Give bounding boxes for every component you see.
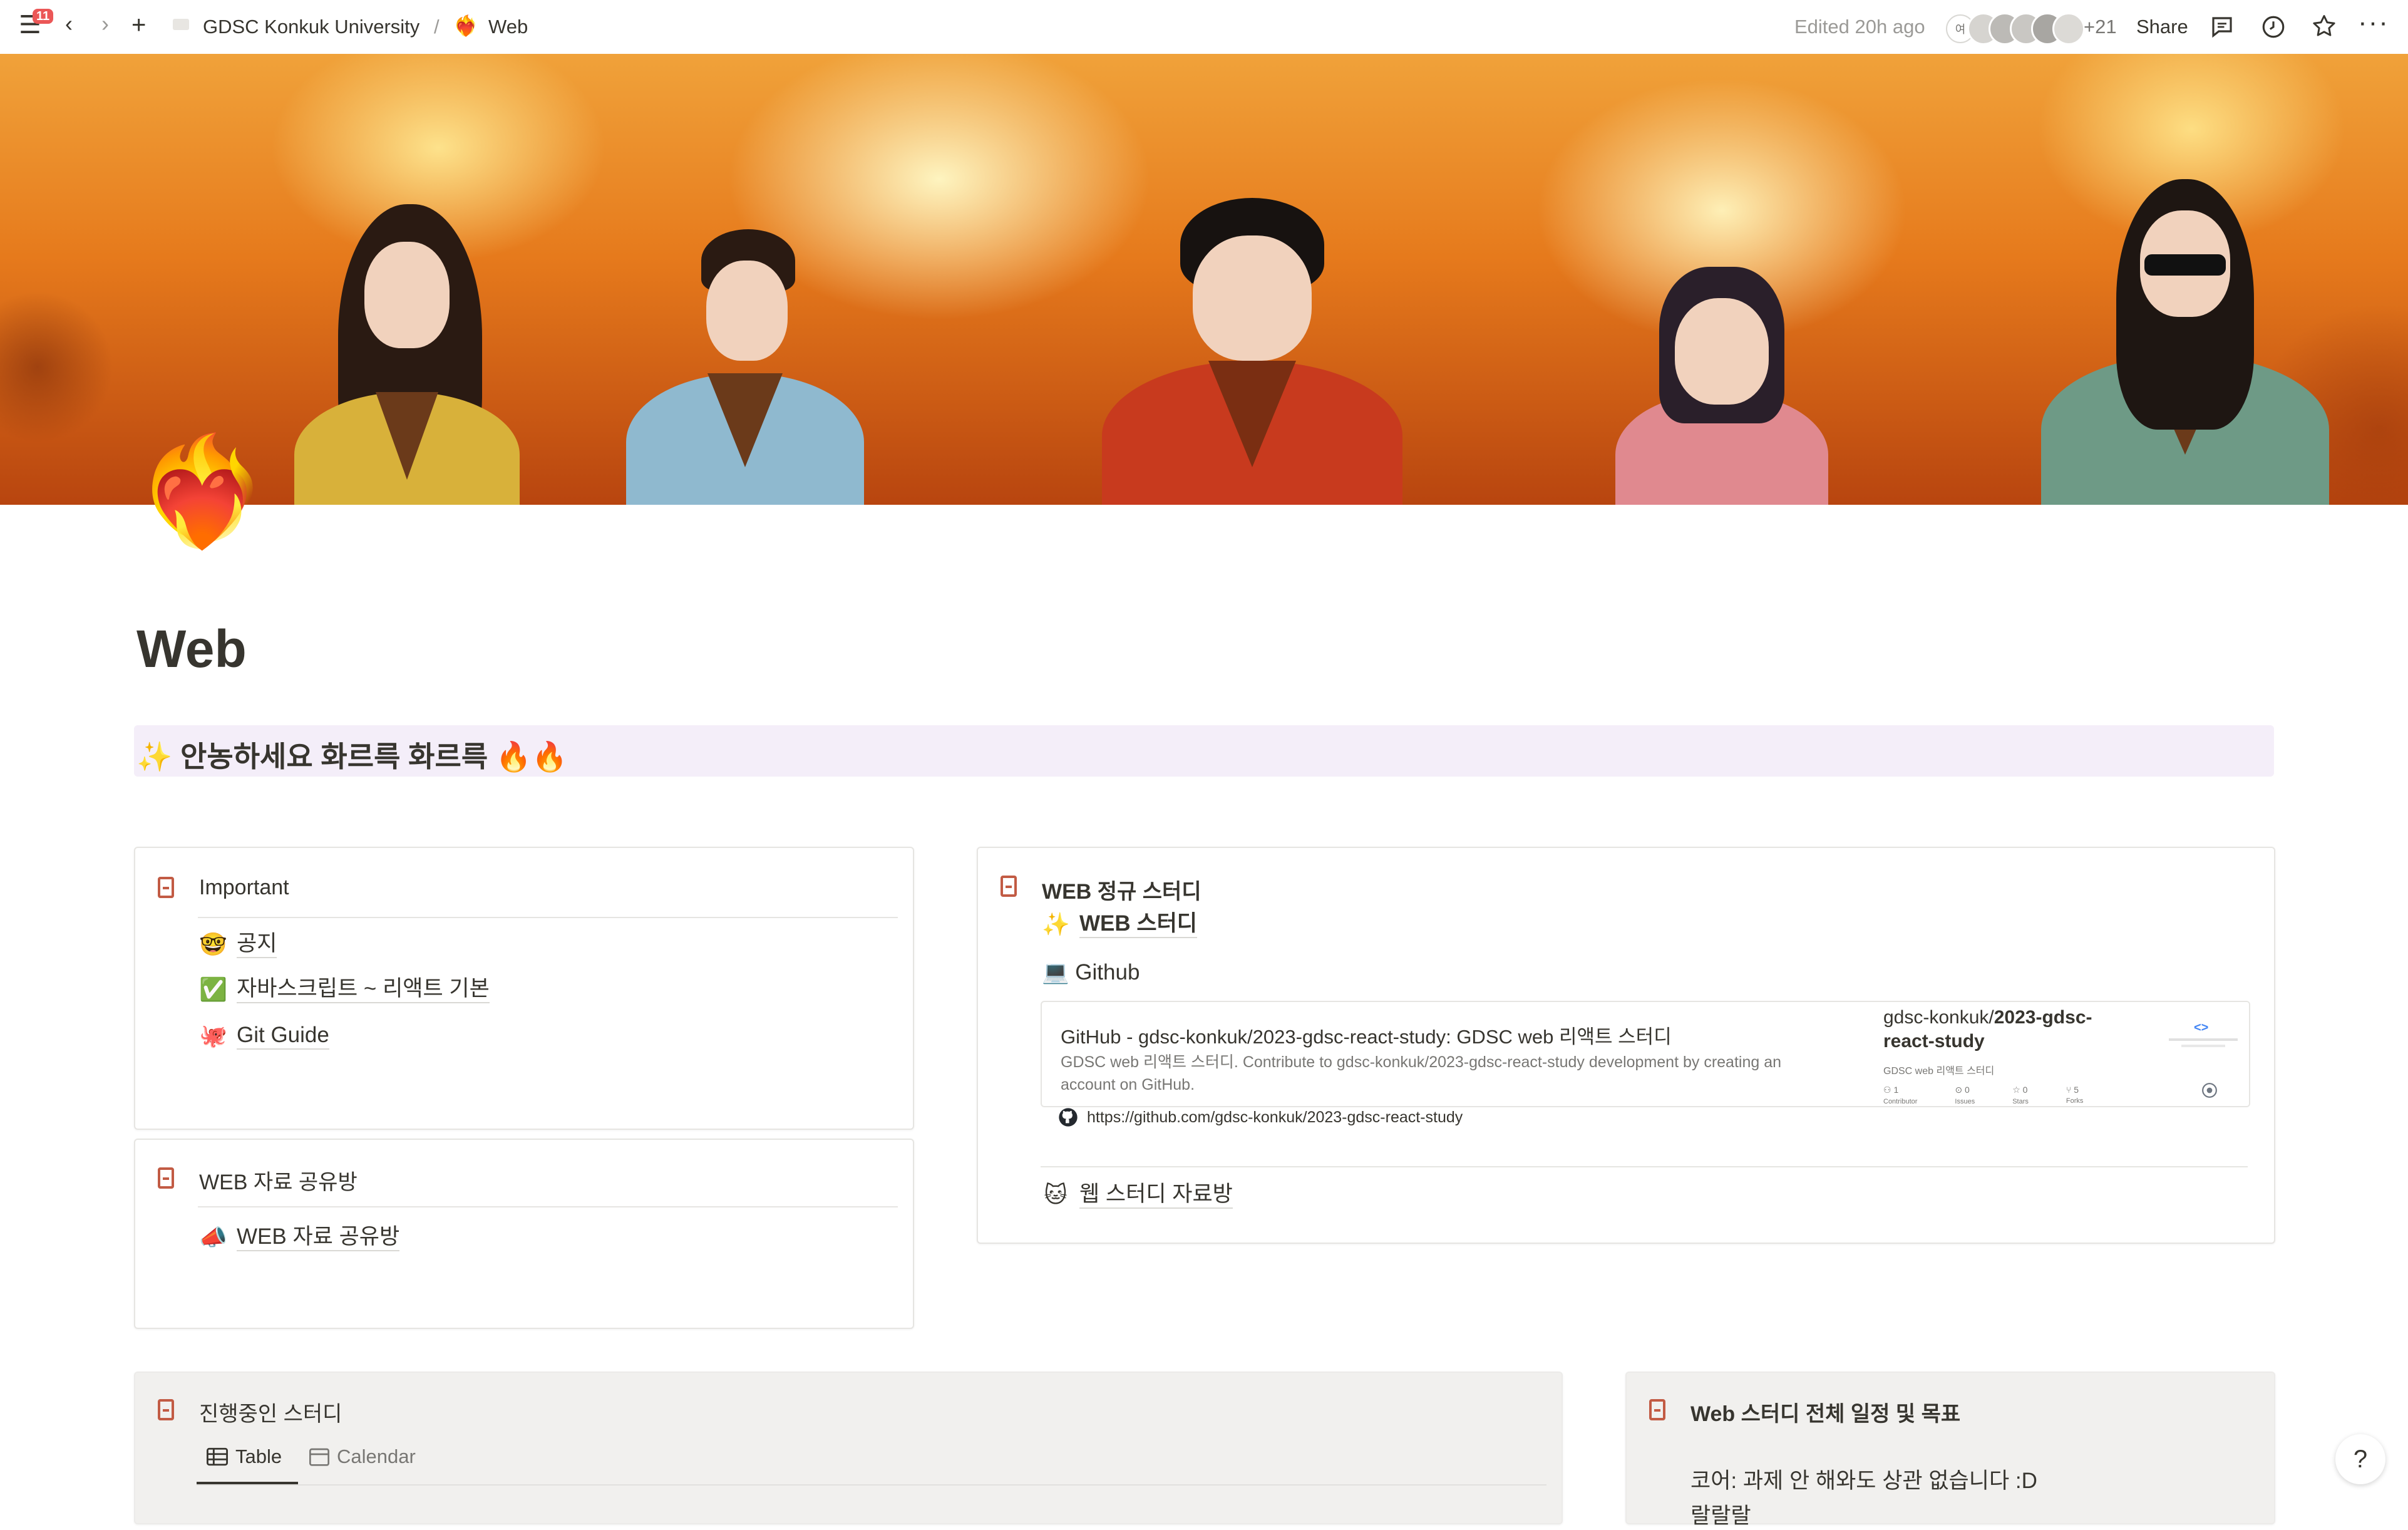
breadcrumb-page[interactable]: Web (488, 17, 528, 36)
bookmark-preview: gdsc-konkuk/2023-gdsc-react-study GDSC w… (1875, 1002, 2249, 1106)
schedule-card: Web 스터디 전체 일정 및 목표 코어: 과제 안 해와도 상관 없습니다 … (1625, 1372, 2275, 1528)
forks-stat: ⑂ 5 Forks (2066, 1085, 2084, 1105)
card-title[interactable]: Important (199, 876, 289, 900)
book-icon (158, 1399, 174, 1420)
collaborator-avatars[interactable]: 여 (1946, 13, 2085, 45)
page-link-web-study[interactable]: ✨ WEB 스터디 (1042, 911, 1197, 938)
megaphone-icon: 📣 (199, 1224, 227, 1250)
cat-icon: 🐱 (1044, 1182, 1068, 1207)
octopus-icon: 🐙 (199, 1023, 227, 1048)
sidebar-menu-button[interactable]: ☰ 11 (19, 9, 54, 38)
book-icon (1001, 876, 1017, 897)
callout-text: ✨ 안농하세요 화르륵 화르륵 🔥🔥 (136, 740, 568, 773)
issues-stat: ⊙ 0 Issues (1955, 1085, 1975, 1105)
page-cover-image[interactable] (0, 54, 2408, 505)
comments-icon[interactable] (2209, 14, 2235, 40)
book-icon (158, 1167, 174, 1189)
page-link-web-study-archive[interactable]: 🐱 웹 스터디 자료방 (1042, 1181, 1233, 1209)
regular-study-card: WEB 정규 스터디 ✨ WEB 스터디 💻 Github GitHub - g… (977, 847, 2275, 1244)
top-bar: ☰ 11 ‹ › + GDSC Konkuk University / ❤️‍🔥… (0, 0, 2408, 54)
help-button[interactable]: ? (2335, 1434, 2385, 1484)
stars-stat: ☆ 0 Stars (2012, 1085, 2029, 1105)
forward-arrow-icon[interactable]: › (101, 13, 109, 35)
book-icon (1649, 1399, 1665, 1420)
ongoing-study-card: 진행중인 스터디 Table Calendar (134, 1372, 1563, 1524)
divider (198, 1206, 898, 1207)
preview-description: GDSC web 리액트 스터디 (1883, 1066, 1995, 1077)
avatar (2052, 13, 2085, 45)
github-mark-icon (2202, 1083, 2217, 1098)
page-link-notice[interactable]: 🤓 공지 (199, 931, 277, 958)
more-options-icon[interactable]: ··· (2358, 9, 2389, 36)
cover-person-1 (294, 204, 520, 505)
nerd-face-icon: 🤓 (199, 931, 227, 957)
page-link-web-resources[interactable]: 📣 WEB 자료 공유방 (199, 1224, 400, 1251)
sparkles-icon: ✨ (1042, 911, 1070, 937)
table-icon (207, 1447, 228, 1466)
important-card: Important 🤓 공지 ✅ 자바스크립트 ~ 리액트 기본 🐙 Git G… (134, 847, 914, 1130)
card-title[interactable]: WEB 자료 공유방 (199, 1165, 358, 1196)
callout-block[interactable]: ✨ 안농하세요 화르륵 화르륵 🔥🔥 (134, 725, 2274, 777)
breadcrumb-page-icon: ❤️‍🔥 (453, 14, 478, 37)
card-title[interactable]: Web 스터디 전체 일정 및 목표 (1690, 1397, 1960, 1427)
page-title[interactable]: Web (136, 623, 247, 675)
page-link-git-guide[interactable]: 🐙 Git Guide (199, 1022, 329, 1050)
contributor-stat: ⚇ 1 Contributor (1883, 1085, 1918, 1105)
divider (198, 917, 898, 918)
tab-calendar[interactable]: Calendar (309, 1445, 416, 1468)
card-title[interactable]: 진행중인 스터디 (199, 1397, 342, 1427)
schedule-text-line-2[interactable]: 랄랄랄 (1690, 1498, 1751, 1530)
collaborators-more[interactable]: +21 (2084, 17, 2117, 36)
tab-table[interactable]: Table (207, 1445, 282, 1468)
page-icon[interactable]: ❤️‍🔥 (135, 438, 268, 545)
page-link-js-react[interactable]: ✅ 자바스크립트 ~ 리액트 기본 (199, 976, 490, 1003)
calendar-icon (309, 1448, 329, 1466)
breadcrumb-workspace[interactable]: GDSC Konkuk University (203, 17, 419, 36)
resources-card: WEB 자료 공유방 📣 WEB 자료 공유방 (134, 1139, 914, 1329)
cover-person-5 (2041, 179, 2329, 505)
divider (1041, 1166, 2248, 1167)
new-page-icon[interactable]: + (131, 13, 146, 38)
edited-timestamp: Edited 20h ago (1794, 16, 1925, 38)
history-icon[interactable] (2260, 14, 2287, 40)
share-button[interactable]: Share (2136, 17, 2188, 36)
bookmark-url-text: https://github.com/gdsc-konkuk/2023-gdsc… (1087, 1108, 1463, 1126)
cover-person-2 (626, 229, 864, 505)
preview-stats-row: ⚇ 1 Contributor ⊙ 0 Issues ☆ 0 Stars ⑂ 5 For… (1883, 1085, 2083, 1105)
bookmark-url-line[interactable]: https://github.com/gdsc-konkuk/2023-gdsc… (1058, 1107, 1463, 1127)
back-arrow-icon[interactable]: ‹ (65, 13, 73, 35)
schedule-text-line-1[interactable]: 코어: 과제 안 해와도 상관 없습니다 :D (1690, 1463, 2037, 1495)
bookmark-description: GDSC web 리액트 스터디. Contribute to gdsc-kon… (1061, 1053, 1782, 1093)
check-mark-icon: ✅ (199, 976, 227, 1002)
breadcrumb-separator: / (434, 16, 440, 38)
book-icon (158, 877, 174, 898)
card-title[interactable]: WEB 정규 스터디 (1042, 874, 1201, 905)
github-heading: 💻 Github (1042, 960, 1140, 985)
workspace-logo-icon (173, 19, 189, 30)
bookmark-title: GitHub - gdsc-konkuk/2023-gdsc-react-stu… (1061, 1026, 1672, 1048)
github-icon (1059, 1108, 1078, 1127)
notification-badge: 11 (33, 9, 54, 24)
cover-person-3 (1102, 198, 1402, 505)
gdsc-logo-icon: <> (2169, 1021, 2238, 1058)
cover-person-4 (1603, 267, 1841, 505)
preview-repo-name: gdsc-konkuk/2023-gdsc-react-study (1883, 1007, 2092, 1052)
divider (197, 1484, 1546, 1486)
github-bookmark[interactable]: GitHub - gdsc-konkuk/2023-gdsc-react-stu… (1041, 1001, 2250, 1107)
favorite-star-icon[interactable] (2310, 13, 2338, 40)
